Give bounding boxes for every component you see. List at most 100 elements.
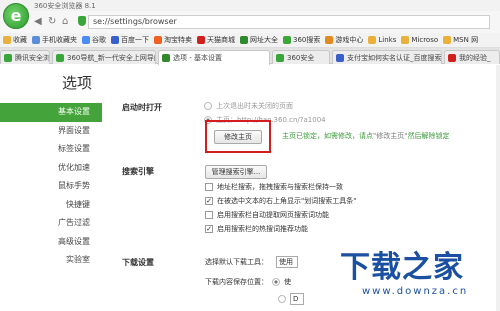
bookmark-item[interactable]: 淘宝特卖: [154, 35, 192, 45]
checkbox-icon[interactable]: ✓: [205, 225, 213, 233]
note-link-text: "修改主页": [373, 132, 408, 140]
download-location-label: 下载内容保存位置：: [205, 278, 268, 286]
highlight-box: [205, 120, 271, 153]
bookmark-icon: [111, 36, 119, 44]
search-option[interactable]: 地址栏搜索，拖拽搜索与搜索栏保持一致: [205, 182, 343, 192]
bookmark-icon: [401, 36, 410, 44]
radio-icon[interactable]: [272, 278, 280, 286]
scrollbar[interactable]: [496, 65, 500, 311]
browser-logo-icon[interactable]: e: [3, 3, 29, 29]
bookmark-label: 收藏: [13, 36, 27, 44]
download-tool-row: 选择默认下载工具：: [205, 257, 268, 267]
search-option-label: 启用搜索栏的热搜词推荐功能: [217, 225, 308, 233]
bookmark-icon: [3, 36, 11, 44]
bookmark-item[interactable]: Microso: [401, 36, 438, 44]
watermark-url: www.downza.cn: [362, 286, 469, 297]
sidebar-item[interactable]: 快捷键: [0, 196, 102, 215]
bookmark-item[interactable]: 百度一下: [111, 35, 149, 45]
bookmark-label: 游戏中心: [335, 36, 364, 44]
home-icon[interactable]: ⌂: [62, 16, 68, 27]
bookmark-icon: [32, 36, 40, 44]
download-location-input[interactable]: D: [290, 293, 304, 305]
tab-label: 选项 - 基本设置: [173, 54, 222, 62]
sidebar-item[interactable]: 广告过滤: [0, 214, 102, 233]
bookmark-icon: [283, 36, 291, 44]
sidebar-item[interactable]: 标签设置: [0, 140, 102, 159]
manage-search-engines-button[interactable]: 管理搜索引擎...: [205, 165, 267, 179]
bookmark-label: MSN 网: [453, 36, 479, 44]
title-bar: 360安全浏览器 8.1: [0, 0, 500, 11]
homepage-locked-note: 主页已锁定，如需修改，请点"修改主页"然后解除锁定: [282, 131, 449, 141]
tab-favicon-icon: [276, 54, 284, 62]
bookmark-label: 360搜索: [293, 36, 321, 44]
sidebar-item[interactable]: 界面设置: [0, 122, 102, 141]
bookmark-item[interactable]: 收藏: [3, 35, 27, 45]
sidebar-item[interactable]: 实验室: [0, 251, 102, 270]
bookmark-icon: [240, 36, 248, 44]
checkbox-icon[interactable]: ✓: [205, 197, 213, 205]
bookmark-label: 网址大全: [250, 36, 278, 44]
address-input[interactable]: se://settings/browser: [88, 15, 490, 29]
bookmark-item[interactable]: Links: [368, 36, 396, 44]
radio-icon[interactable]: [204, 102, 212, 110]
bookmark-item[interactable]: 谷歌: [82, 35, 106, 45]
bookmark-item[interactable]: MSN 网: [443, 35, 478, 45]
bookmark-item[interactable]: 网址大全: [240, 35, 278, 45]
browser-tab[interactable]: 选项 - 基本设置: [158, 50, 270, 65]
browser-tab[interactable]: 360导航_新一代安全上网导航: [52, 50, 156, 64]
bookmark-icon: [443, 36, 452, 44]
search-option-label: 地址栏搜索，拖拽搜索与搜索栏保持一致: [217, 183, 343, 191]
tab-label: 360安全: [287, 54, 315, 62]
browser-tab[interactable]: 360安全: [272, 50, 330, 64]
back-icon[interactable]: ◀: [34, 16, 42, 27]
browser-tab[interactable]: 腾讯安全浏览: [0, 50, 50, 64]
refresh-icon[interactable]: ↻: [48, 16, 56, 27]
bookmark-item[interactable]: 游戏中心: [325, 35, 363, 45]
bookmark-label: 谷歌: [92, 36, 106, 44]
tab-label: 腾讯安全浏览: [15, 54, 50, 62]
checkbox-icon[interactable]: [205, 183, 213, 191]
tab-bar: 腾讯安全浏览 360导航_新一代安全上网导航 选项 - 基本设置 360安全 支付宝如何…: [0, 48, 500, 65]
page-title: 选项: [62, 74, 93, 92]
bookmark-item[interactable]: 360搜索: [283, 35, 320, 45]
search-option-label: 启用搜索栏自动提取网页搜索词功能: [217, 211, 329, 219]
startup-option-last-session-label: 上次退出时未关闭的页面: [216, 102, 293, 110]
search-option-label: 在被选中文本的右上角显示"划词搜索工具条": [217, 197, 357, 205]
bookmark-icon: [82, 36, 90, 44]
checkbox-icon[interactable]: [205, 211, 213, 219]
search-section-label: 搜索引擎: [122, 167, 154, 176]
tab-favicon-icon: [56, 54, 64, 62]
bookmark-item[interactable]: 天猫商城: [197, 35, 235, 45]
bookmark-label: 手机收藏夹: [42, 36, 77, 44]
browser-tab[interactable]: 支付宝如何实名认证_百度搜索: [332, 50, 442, 64]
sidebar-item[interactable]: 鼠标手势: [0, 177, 102, 196]
bookmark-item[interactable]: 手机收藏夹: [32, 35, 77, 45]
bookmark-label: 淘宝特卖: [164, 36, 192, 44]
search-option[interactable]: 启用搜索栏自动提取网页搜索词功能: [205, 210, 329, 220]
bookmark-label: Microso: [411, 36, 439, 44]
download-location-row-2: D: [278, 293, 304, 305]
bookmark-label: 百度一下: [121, 36, 149, 44]
bookmark-label: 天猫商城: [207, 36, 235, 44]
tab-favicon-icon: [448, 54, 456, 62]
download-tool-select[interactable]: 使用: [276, 256, 298, 268]
bookmarks-bar: 收藏 手机收藏夹 谷歌 百度一下 淘宝特卖 天猫商城 网址大全 360搜索 游戏中心 Links M…: [0, 33, 500, 48]
radio-icon[interactable]: [278, 295, 286, 303]
shield-icon: [78, 16, 86, 26]
sidebar-item[interactable]: 基本设置: [0, 103, 102, 122]
download-location-value: 使: [284, 278, 291, 286]
browser-tab[interactable]: 我的经验_: [444, 50, 500, 64]
bookmark-icon: [154, 36, 162, 44]
search-option[interactable]: ✓ 在被选中文本的右上角显示"划词搜索工具条": [205, 196, 356, 206]
search-option[interactable]: ✓ 启用搜索栏的热搜词推荐功能: [205, 224, 308, 234]
sidebar-item[interactable]: 优化加速: [0, 159, 102, 178]
bookmark-icon: [368, 36, 377, 44]
sidebar-item[interactable]: 高级设置: [0, 233, 102, 252]
note-locked-text: 主页已锁定，如需修改，请点: [282, 132, 373, 140]
startup-option-last-session[interactable]: 上次退出时未关闭的页面: [204, 101, 293, 111]
startup-section-label: 启动时打开: [122, 103, 162, 112]
download-section-label: 下载设置: [122, 258, 154, 267]
settings-sidebar: 基本设置 界面设置 标签设置 优化加速 鼠标手势 快捷键 广告过滤 高级设置 实验室: [0, 103, 102, 270]
watermark-logo: 下载之家: [340, 250, 464, 285]
download-location-row: 下载内容保存位置： 使: [205, 277, 291, 287]
